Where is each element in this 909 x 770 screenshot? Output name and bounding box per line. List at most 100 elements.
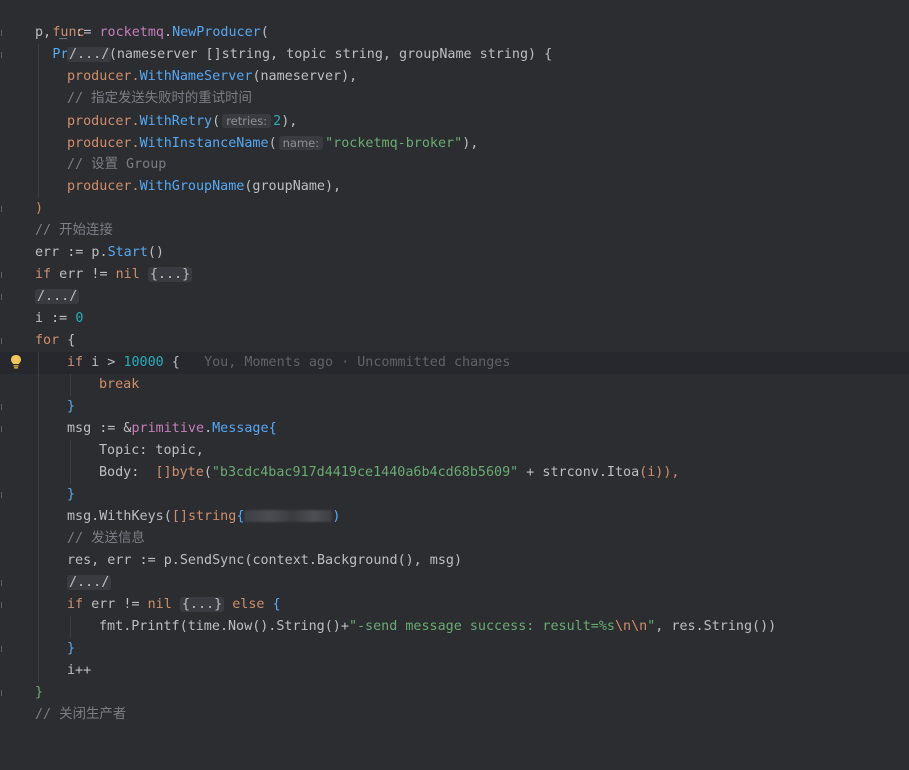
git-blame-annotation[interactable]: You, Moments ago · Uncommitted changes xyxy=(204,355,510,370)
code-text: Topic: topic, xyxy=(99,443,204,458)
code-text: msg := & xyxy=(67,421,132,436)
function-call: WithNameServer xyxy=(139,69,253,84)
package-name: fmt xyxy=(99,619,124,634)
code-text: { xyxy=(236,509,245,524)
code-line-23[interactable]: } xyxy=(0,484,909,506)
indent-guide xyxy=(38,176,39,198)
fold-marker[interactable] xyxy=(1,206,5,212)
code-line-30[interactable]: } xyxy=(0,638,909,660)
indent-guide xyxy=(38,660,39,682)
string-literal: "b3cdc4bac917d4419ce1440a6b4cd68b5609" xyxy=(211,465,519,480)
lightbulb-icon[interactable] xyxy=(10,354,22,370)
function-call: Now xyxy=(228,619,253,634)
code-text: ), xyxy=(281,114,298,129)
code-line-8[interactable]: // 设置 Group xyxy=(0,154,909,176)
keyword-else: else xyxy=(232,597,265,612)
code-text: . xyxy=(219,619,228,634)
code-line-19[interactable]: } xyxy=(0,396,909,418)
fold-marker[interactable] xyxy=(1,338,5,344)
code-line-29[interactable]: fmt.Printf(time.Now().String()+"-send me… xyxy=(0,616,909,638)
code-text: } xyxy=(35,685,44,700)
code-line-22[interactable]: Body: []byte("b3cdc4bac917d4419ce1440a6b… xyxy=(0,462,909,484)
code-line-6[interactable]: producer.WithRetry(retries: 2), xyxy=(0,110,909,132)
keyword-string: string xyxy=(187,509,237,524)
code-line-25[interactable]: // 发送信息 xyxy=(0,528,909,550)
code-text: msg. xyxy=(67,509,100,524)
fold-marker[interactable] xyxy=(1,426,5,432)
code-text: { xyxy=(163,355,180,370)
fold-marker[interactable] xyxy=(1,580,5,586)
keyword-nil: nil xyxy=(147,597,172,612)
code-line-33[interactable]: // 关闭生产者 xyxy=(0,704,909,726)
fold-marker[interactable] xyxy=(1,492,5,498)
code-line-3[interactable]: /.../ xyxy=(0,44,909,66)
code-line-24[interactable]: msg.WithKeys([]string{) xyxy=(0,506,909,528)
code-text: ()) xyxy=(752,619,777,634)
code-line-26[interactable]: res, err := p.SendSync(context.Backgroun… xyxy=(0,550,909,572)
function-call: WithRetry xyxy=(139,114,213,129)
code-text: i > xyxy=(83,355,124,370)
fold-marker[interactable] xyxy=(1,404,5,410)
string-literal: "rocketmq-broker" xyxy=(325,136,463,151)
fold-marker[interactable] xyxy=(1,294,5,300)
code-editor[interactable]: func Produce(nameserver []string, topic … xyxy=(0,0,909,722)
indent-guide xyxy=(38,44,39,66)
code-line-5[interactable]: // 指定发送失败时的重试时间 xyxy=(0,88,909,110)
code-line-1[interactable]: func Produce(nameserver []string, topic … xyxy=(0,0,909,62)
code-line-31[interactable]: i++ xyxy=(0,660,909,682)
code-line-27[interactable]: /.../ xyxy=(0,572,909,594)
code-text: (i)), xyxy=(639,465,680,480)
code-text: err := p. xyxy=(35,245,108,260)
code-line-28[interactable]: if err != nil {...} else { xyxy=(0,594,909,616)
code-line-9[interactable]: producer.WithGroupName(groupName), xyxy=(0,176,909,198)
code-line-15[interactable]: i := 0 xyxy=(0,308,909,330)
code-line-32[interactable]: } xyxy=(0,682,909,704)
fold-marker[interactable] xyxy=(1,52,5,58)
code-line-21[interactable]: Topic: topic, xyxy=(0,440,909,462)
code-line-2[interactable]: p, _ := rocketmq.NewProducer( xyxy=(0,22,909,44)
keyword-if: if xyxy=(67,597,84,612)
code-text: ( xyxy=(179,619,188,634)
code-text: i++ xyxy=(67,663,92,678)
code-text: ( xyxy=(212,114,221,129)
folded-region[interactable]: {...} xyxy=(147,267,193,282)
fold-marker[interactable] xyxy=(1,646,5,652)
code-line-10[interactable]: ) xyxy=(0,198,909,220)
code-line-14[interactable]: /.../ xyxy=(0,286,909,308)
code-text: . xyxy=(598,465,607,480)
folded-region[interactable]: /.../ xyxy=(67,575,112,590)
fold-marker[interactable] xyxy=(1,30,5,36)
code-line-4[interactable]: producer.WithNameServer(nameserver), xyxy=(0,66,909,88)
type-name: Message xyxy=(212,421,269,436)
folded-region[interactable]: /.../ xyxy=(67,47,112,62)
code-comment: // 开始连接 xyxy=(35,223,113,238)
keyword-if: if xyxy=(67,355,84,370)
code-comment: // 指定发送失败时的重试时间 xyxy=(67,91,252,106)
indent-guide xyxy=(38,594,39,616)
code-text: } xyxy=(67,399,76,414)
fold-marker[interactable] xyxy=(1,272,5,278)
folded-region[interactable]: /.../ xyxy=(35,289,80,304)
fold-marker[interactable] xyxy=(1,602,5,608)
indent-guide xyxy=(70,440,71,462)
code-line-16[interactable]: for { xyxy=(0,330,909,352)
code-line-11[interactable]: // 开始连接 xyxy=(0,220,909,242)
code-line-18[interactable]: break xyxy=(0,374,909,396)
indent-guide xyxy=(38,418,39,440)
code-line-20[interactable]: msg := &primitive.Message{ xyxy=(0,418,909,440)
code-text: ()+ xyxy=(324,619,349,634)
indent-guide xyxy=(70,374,71,396)
code-text: ), xyxy=(462,136,479,151)
code-text: Body: xyxy=(99,465,156,480)
indent-guide xyxy=(70,462,71,484)
code-line-13[interactable]: if err != nil {...} xyxy=(0,264,909,286)
parameter-hint: name: xyxy=(278,136,324,150)
indent-guide xyxy=(38,484,39,506)
code-line-7[interactable]: producer.WithInstanceName(name: "rocketmq… xyxy=(0,132,909,154)
fold-marker[interactable] xyxy=(1,690,5,696)
code-line-12[interactable]: err := p.Start() xyxy=(0,242,909,264)
code-line-17[interactable]: if i > 10000 { You, Moments ago · Uncomm… xyxy=(0,352,909,374)
code-text: (nameserver), xyxy=(252,69,358,84)
indent-guide xyxy=(38,638,39,660)
folded-region[interactable]: {...} xyxy=(179,597,225,612)
